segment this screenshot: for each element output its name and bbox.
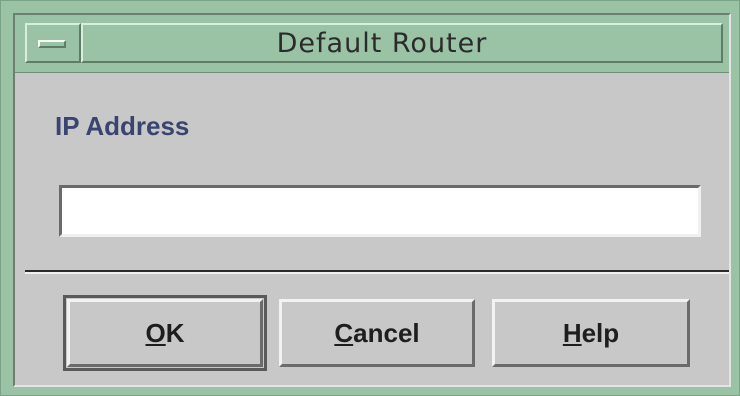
separator bbox=[25, 270, 729, 274]
ok-button[interactable]: OK bbox=[63, 295, 267, 371]
title-area[interactable]: Default Router bbox=[81, 23, 723, 63]
window-menu-button[interactable] bbox=[25, 23, 81, 63]
dialog-frame: Default Router IP Address OK Cancel Help bbox=[0, 0, 740, 396]
ok-mnemonic: O bbox=[145, 317, 166, 348]
dialog-window: Default Router IP Address OK Cancel Help bbox=[13, 13, 731, 387]
title-bar: Default Router bbox=[15, 15, 729, 73]
window-title: Default Router bbox=[276, 27, 488, 59]
ok-label-rest: K bbox=[165, 317, 185, 348]
help-mnemonic: H bbox=[562, 317, 582, 348]
ip-address-input[interactable] bbox=[59, 185, 701, 237]
window-menu-icon bbox=[38, 40, 66, 48]
cancel-label-rest: ancel bbox=[353, 317, 420, 348]
cancel-mnemonic: C bbox=[334, 317, 354, 348]
cancel-button[interactable]: Cancel bbox=[279, 299, 475, 367]
help-button[interactable]: Help bbox=[492, 299, 690, 367]
help-label-rest: elp bbox=[581, 317, 620, 348]
ip-address-label: IP Address bbox=[55, 111, 190, 141]
